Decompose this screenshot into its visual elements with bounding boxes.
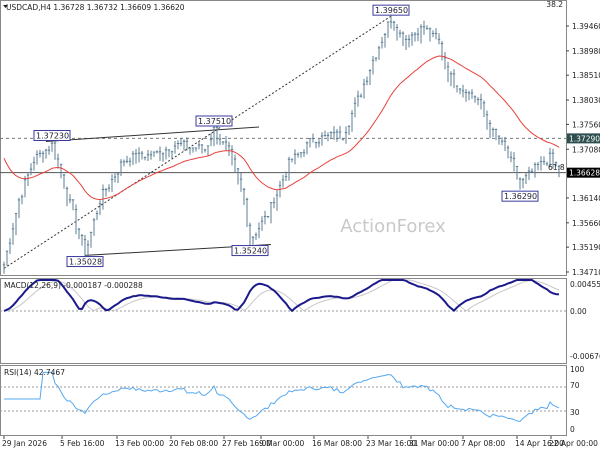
price-tick-label: 1.37560: [572, 120, 600, 129]
macd-panel[interactable]: [0, 278, 567, 364]
time-tick-label: 9 Mar 00:00: [259, 439, 305, 448]
marker-level-badge-label: 1.37290: [569, 134, 600, 143]
chart-window: ActionForex 1.37230 1.35028 1.37510 1.35240…: [0, 0, 600, 448]
fib-38-label: 38.2: [546, 0, 563, 9]
rsi-panel[interactable]: [0, 365, 567, 436]
current-price-badge-label: 1.36628: [569, 169, 600, 178]
price-tick-label: 1.35190: [572, 243, 600, 252]
rsi-tick: 0: [570, 425, 575, 434]
price-annotation: 1.35240: [231, 245, 269, 257]
watermark: ActionForex: [340, 216, 446, 237]
price-annotation: 1.37230: [33, 129, 71, 141]
price-tick-label: 1.35660: [572, 219, 600, 228]
time-tick-label: 29 Jan 2026: [2, 439, 47, 448]
price-tick-label: 1.36140: [572, 194, 600, 203]
annotation-label: 1.37510: [198, 117, 231, 126]
price-tick-label: 1.38510: [572, 71, 600, 80]
time-tick-label: 5 Feb 16:00: [60, 439, 105, 448]
price-annotation: 1.37510: [195, 115, 233, 127]
annotation-label: 1.39650: [375, 6, 408, 15]
annotation-label: 1.35240: [234, 247, 267, 256]
macd-title: MACD(12,26,9) -0.000187 -0.000288: [4, 281, 143, 290]
price-annotation: 1.35028: [66, 256, 104, 268]
time-tick-label: 31 Mar 00:00: [409, 439, 459, 448]
chart-title: USDCAD,H4 1.36728 1.36732 1.36609 1.3662…: [6, 3, 185, 12]
price-axis: 1.39460 1.38980 1.38510 1.38030 1.37560 1.370…: [566, 22, 600, 277]
fib-61-label: 61.8: [548, 163, 565, 172]
time-tick-label: 13 Feb 00:00: [115, 439, 164, 448]
price-annotation: 1.39650: [372, 4, 410, 16]
rsi-tick: 30: [570, 408, 580, 417]
rsi-tick: 100: [570, 365, 585, 374]
rsi-title: RSI(14) 42.7467: [4, 368, 65, 377]
price-tick-label: 1.38980: [572, 47, 600, 56]
price-tick-label: 1.37080: [572, 145, 600, 154]
price-annotation: 1.36290: [501, 190, 539, 202]
price-tick-label: 1.38030: [572, 96, 600, 105]
time-axis: 29 Jan 2026 5 Feb 16:00 13 Feb 00:00 20 Feb…: [2, 436, 598, 448]
time-tick-label: 16 Mar 08:00: [312, 439, 362, 448]
annotation-label: 1.36290: [504, 192, 537, 201]
price-tick-label: 1.39460: [572, 22, 600, 31]
time-tick-label: 22 Apr 00:00: [549, 439, 598, 448]
macd-tick: -0.006764: [570, 352, 600, 361]
rsi-tick: 70: [570, 381, 580, 390]
annotation-label: 1.35028: [69, 258, 102, 267]
annotation-label: 1.37230: [36, 131, 69, 140]
price-tick-label: 1.34710: [572, 268, 600, 277]
macd-tick: 0.004552: [570, 280, 600, 289]
macd-tick: 0.00: [570, 307, 587, 316]
time-tick-label: 7 Apr 08:00: [461, 439, 505, 448]
time-tick-label: 20 Feb 08:00: [169, 439, 218, 448]
